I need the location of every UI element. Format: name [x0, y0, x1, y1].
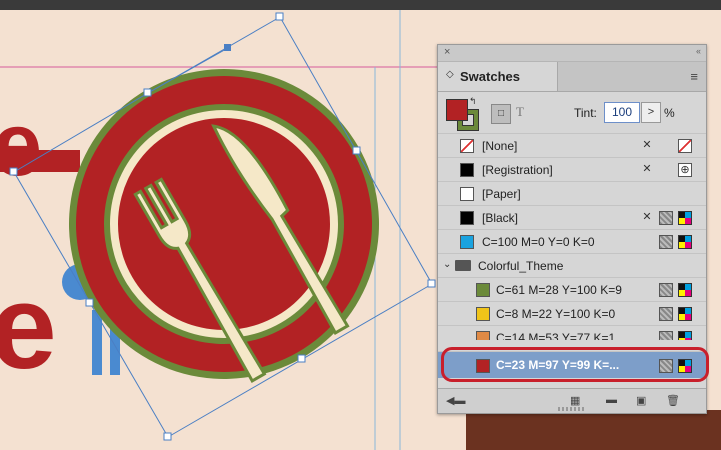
new-swatch-icon[interactable]: ▬ [606, 394, 617, 406]
swap-fill-stroke-icon[interactable]: ↰ [469, 96, 477, 107]
swatch-label: C=100 M=0 Y=0 K=0 [482, 235, 595, 249]
orange-swatch-chip [476, 331, 490, 340]
chevron-down-icon[interactable]: ⌄ [443, 259, 451, 270]
process-color-icon [659, 331, 673, 340]
none-swatch-chip [460, 139, 474, 153]
cmyk-icon [678, 211, 692, 225]
process-color-icon [659, 307, 673, 321]
swatch-row-green[interactable]: C=61 M=28 Y=100 K=9 [438, 277, 706, 302]
swatch-view-icon[interactable]: ▣ [636, 394, 646, 407]
cyan-swatch-chip [460, 235, 474, 249]
tab-swatches[interactable]: ◇ Swatches [438, 62, 558, 91]
process-color-icon [659, 211, 673, 225]
collapse-icon[interactable]: ‹‹ [696, 46, 701, 56]
highlight-callout [441, 347, 709, 382]
color-group-row[interactable]: ⌄ Colorful_Theme [438, 253, 706, 278]
close-icon[interactable]: × [444, 46, 450, 58]
non-editable-icon: ✕ [642, 163, 652, 175]
swatches-panel: × ‹‹ ◇ Swatches ≡ ↰ □ T Tint: 100 > % [N… [437, 44, 709, 414]
panel-menu-icon[interactable]: ≡ [690, 69, 698, 84]
panel-bottom-bar: ◀▬ ▦ ▬ ▣ 🗑 [438, 388, 706, 413]
blue-shape-bar [92, 310, 102, 375]
tint-input[interactable]: 100 [604, 102, 640, 123]
panel-tab-bar: ◇ Swatches ≡ [438, 62, 706, 92]
swatch-label: [None] [482, 139, 518, 153]
swatch-row-cyan[interactable]: C=100 M=0 Y=0 K=0 [438, 229, 706, 254]
swatches-tab-icon: ◇ [446, 69, 454, 80]
swatch-row-black[interactable]: [Black] ✕ [438, 205, 706, 230]
non-editable-icon: ✕ [642, 211, 652, 223]
swatch-label: C=14 M=53 Y=77 K=1 [496, 331, 616, 340]
top-ruler-edge [0, 0, 721, 10]
photo-edge [466, 410, 721, 450]
rotation-handle [224, 44, 231, 51]
swatch-row-orange[interactable]: C=14 M=53 Y=77 K=1 [438, 325, 706, 340]
non-editable-icon: ✕ [642, 139, 652, 151]
paper-swatch-chip [460, 187, 474, 201]
tab-swatches-label: Swatches [460, 69, 520, 84]
swatch-row-none[interactable]: [None] ✕ [438, 133, 706, 158]
heading-letter-e: e [0, 95, 42, 195]
folder-icon [455, 260, 471, 271]
yellow-swatch-chip [476, 307, 490, 321]
cmyk-icon [678, 307, 692, 321]
swatch-label: C=8 M=22 Y=100 K=0 [496, 307, 616, 321]
resize-grip[interactable] [558, 407, 586, 411]
swatch-label: [Registration] [482, 163, 553, 177]
registration-swatch-chip [460, 163, 474, 177]
fill-swatch[interactable] [446, 99, 468, 121]
show-all-swatches-icon[interactable]: ◀▬ [446, 394, 465, 407]
swatch-label: [Black] [482, 211, 519, 225]
color-group-label: Colorful_Theme [478, 259, 564, 273]
panel-title-bar[interactable]: × ‹‹ [438, 45, 706, 62]
fill-stroke-controls: ↰ □ T Tint: 100 > % [438, 92, 706, 132]
heading-letter-e2: e [0, 260, 57, 394]
formatting-text-button[interactable]: T [516, 104, 524, 120]
registration-type-icon: ⊕ [678, 163, 692, 177]
tint-label: Tint: [574, 106, 597, 120]
trash-icon[interactable]: 🗑 [666, 394, 680, 407]
swatch-label: [Paper] [482, 187, 521, 201]
formatting-container-button[interactable]: □ [491, 104, 511, 124]
tint-percent: % [664, 106, 675, 120]
process-color-icon [659, 283, 673, 297]
black-swatch-chip [460, 211, 474, 225]
tint-slider-button[interactable]: > [641, 102, 661, 123]
green-swatch-chip [476, 283, 490, 297]
swatch-label: C=61 M=28 Y=100 K=9 [496, 283, 622, 297]
new-color-group-icon[interactable]: ▦ [570, 394, 580, 407]
none-type-icon [678, 139, 692, 153]
swatch-row-paper[interactable]: [Paper] [438, 181, 706, 206]
cmyk-icon [678, 331, 692, 340]
cmyk-icon [678, 235, 692, 249]
cmyk-icon [678, 283, 692, 297]
process-color-icon [659, 235, 673, 249]
swatch-row-registration[interactable]: [Registration] ✕ ⊕ [438, 157, 706, 182]
swatch-row-yellow[interactable]: C=8 M=22 Y=100 K=0 [438, 301, 706, 326]
